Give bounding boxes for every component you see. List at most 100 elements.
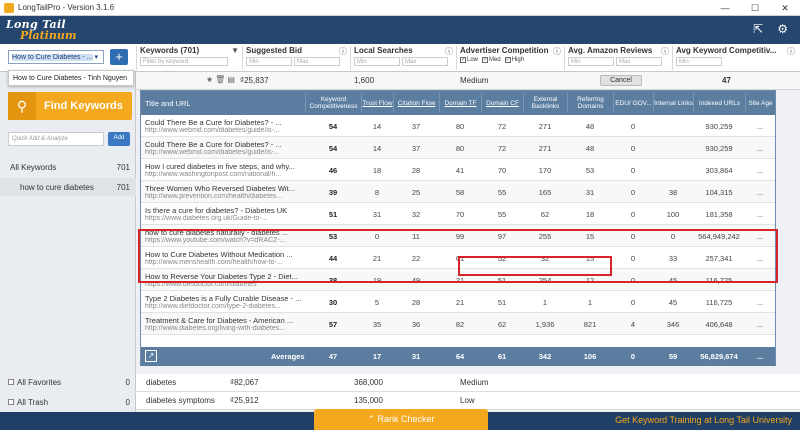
col-kc[interactable]: Keyword Competitiveness [305,93,361,113]
minimize-button[interactable]: — [710,0,740,16]
result-url[interactable]: https://www.dietdoctor.com/diabetes [145,281,305,288]
rank-checker-button[interactable]: ⌃ Rank Checker [314,409,488,430]
quick-add-input[interactable]: Quick Add & Analyze [8,132,104,146]
result-url[interactable]: https://www.diabetes.org.uk/Guide-to-... [145,215,305,222]
cell-rd: 1 [587,298,593,307]
col-external-backlinks[interactable]: External Backlinks [523,93,567,113]
cell-kc: 46 [328,166,338,175]
cancel-button[interactable]: Cancel [600,75,642,86]
sidebar-item-trash[interactable]: All Trash 0 [0,394,136,410]
table-row[interactable]: Is there a cure for diabetes? - Diabetes… [141,203,775,225]
selected-keyword-row[interactable]: ★ 🗑 ▤ ₫25,837 1,600 Medium Cancel 47 [136,72,800,90]
cell-il: 38 [668,188,678,197]
filter-icon[interactable]: ▼ [231,46,239,55]
result-url[interactable]: http://www.menshealth.com/health/how-to-… [145,259,305,266]
sidebar-item-all-keywords[interactable]: All Keywords 701 [0,158,136,176]
col-citation-flow[interactable]: Citation Flow [393,93,439,113]
result-title[interactable]: how to cure diabetes naturally - diabete… [145,228,305,237]
result-url[interactable]: http://www.diabetes.org/living-with-diab… [145,325,305,332]
cell-rd: 12 [585,276,595,285]
result-title[interactable]: Could There Be a Cure for Diabetes? - ..… [145,118,305,127]
project-dropdown-item[interactable]: How to Cure Diabetes - Tinh Nguyen [8,70,134,86]
local-max-input[interactable]: Max [402,57,448,66]
external-link-icon[interactable]: ↗ [145,350,157,362]
result-title[interactable]: Is there a cure for diabetes? - Diabetes… [145,206,305,215]
kc-min-input[interactable]: Min [676,57,722,66]
col-domain-tf[interactable]: Domain TF [439,93,481,113]
table-row[interactable]: Type 2 Diabetes is a Fully Curable Disea… [141,291,775,313]
maximize-button[interactable]: ☐ [740,0,770,16]
info-icon[interactable]: ⓘ [661,46,669,57]
add-button[interactable]: Add [108,132,130,146]
low-checkbox[interactable]: ✓ Low [460,57,478,63]
col-indexed-urls[interactable]: Indexed URLs [693,93,745,113]
cell-tf: 8 [374,188,380,197]
sidebar-item-favorites[interactable]: All Favorites 0 [0,374,136,390]
result-url[interactable]: http://www.washingtonpost.com/national/h… [145,171,305,178]
cell-tf: 35 [372,320,382,329]
add-project-button[interactable]: + [110,49,128,65]
title-bar: LongTailPro - Version 3.1.6 — ☐ ✕ [0,0,800,16]
gear-icon[interactable]: ⚙ [777,22,788,36]
table-row[interactable]: How to Cure Diabetes Without Medication … [141,247,775,269]
info-icon[interactable]: ⓘ [445,46,453,57]
cell-dcf: 51 [497,276,507,285]
cell-eb: 254 [538,276,552,285]
result-url[interactable]: http://www.prevention.com/health/diabete… [145,193,305,200]
cell-dcf: 55 [497,210,507,219]
local-min-input[interactable]: Min [354,57,400,66]
high-checkbox[interactable]: ✓ High [504,57,524,63]
cell-rd: 31 [585,188,595,197]
project-select[interactable]: How to Cure Diabetes - ... ▾ [8,50,104,64]
star-icon[interactable]: ★ [206,75,213,84]
keyword-filter-input[interactable]: Filter by keyword [140,57,228,66]
col-internal-links[interactable]: Internal Links [653,93,693,113]
info-icon[interactable]: ⓘ [553,46,561,57]
result-title[interactable]: How I cured diabetes in five steps, and … [145,162,305,171]
col-site-age[interactable]: Site Age [745,93,775,113]
export-icon[interactable]: ⇱ [753,22,763,36]
col-title-url[interactable]: Title and URL [141,93,305,113]
table-row[interactable]: how to cure diabetes naturally - diabete… [141,225,775,247]
result-title[interactable]: Three Women Who Reversed Diabetes Wit... [145,184,305,193]
table-row[interactable]: How I cured diabetes in five steps, and … [141,159,775,181]
sidebar-item-how-to-cure-diabetes[interactable]: how to cure diabetes 701 [0,178,136,196]
col-trust-flow[interactable]: Trust Flow [361,93,393,113]
bid-max-input[interactable]: Max [294,57,340,66]
col-referring-domains[interactable]: Referring Domains [567,93,613,113]
result-url[interactable]: http://www.dietdoctor.com/type-2-diabete… [145,303,305,310]
close-button[interactable]: ✕ [770,0,800,16]
result-title[interactable]: How to Reverse Your Diabetes Type 2 - Di… [145,272,305,281]
result-url[interactable]: http://www.webmd.com/diabetes/guide/is-.… [145,127,305,134]
table-row[interactable]: How to Reverse Your Diabetes Type 2 - Di… [141,269,775,291]
keyword-row-diabetes-symptoms[interactable]: diabetes symptoms ₫25,912 135,000 Low [136,392,800,410]
info-icon[interactable]: ⓘ [339,46,347,57]
reviews-max-input[interactable]: Max [616,57,662,66]
result-url[interactable]: https://www.youtube.com/watch?v=dRACZ-..… [145,237,305,244]
col-edu-gov[interactable]: EDU/ GOV... [613,93,653,113]
reviews-min-input[interactable]: Min [568,57,614,66]
find-keywords-button[interactable]: ⚲ Find Keywords [8,92,132,120]
result-title[interactable]: Treatment & Care for Diabetes - American… [145,316,305,325]
result-title[interactable]: Type 2 Diabetes is a Fully Curable Disea… [145,294,305,303]
col-domain-cf[interactable]: Domain CF [481,93,523,113]
result-title[interactable]: How to Cure Diabetes Without Medication … [145,250,305,259]
bid-min-input[interactable]: Min [246,57,292,66]
table-row[interactable]: Could There Be a Cure for Diabetes? - ..… [141,137,775,159]
info-icon[interactable]: ⓘ [787,46,795,57]
result-title[interactable]: Could There Be a Cure for Diabetes? - ..… [145,140,305,149]
cell-iu: 181,358 [705,210,733,219]
keyword-row-diabetes[interactable]: diabetes ₫82,067 368,000 Medium [136,374,800,392]
med-checkbox[interactable]: ✓ Med [482,57,501,63]
training-link[interactable]: Get Keyword Training at Long Tail Univer… [615,415,792,425]
trash-icon[interactable]: 🗑 [215,75,225,84]
cell-dcf: 70 [497,166,507,175]
filter-advertiser-competition: Advertiser Competition ✓ Low ✓ Med ✓ High ⓘ [456,46,564,70]
result-url[interactable]: http://www.webmd.com/diabetes/guide/is-.… [145,149,305,156]
save-icon[interactable]: ▤ [227,75,235,84]
table-row[interactable]: Three Women Who Reversed Diabetes Wit...… [141,181,775,203]
cell-iu: 564,949,242 [698,232,740,241]
table-row[interactable]: Treatment & Care for Diabetes - American… [141,313,775,335]
cell-dcf: 51 [497,298,507,307]
table-row[interactable]: Could There Be a Cure for Diabetes? - ..… [141,115,775,137]
